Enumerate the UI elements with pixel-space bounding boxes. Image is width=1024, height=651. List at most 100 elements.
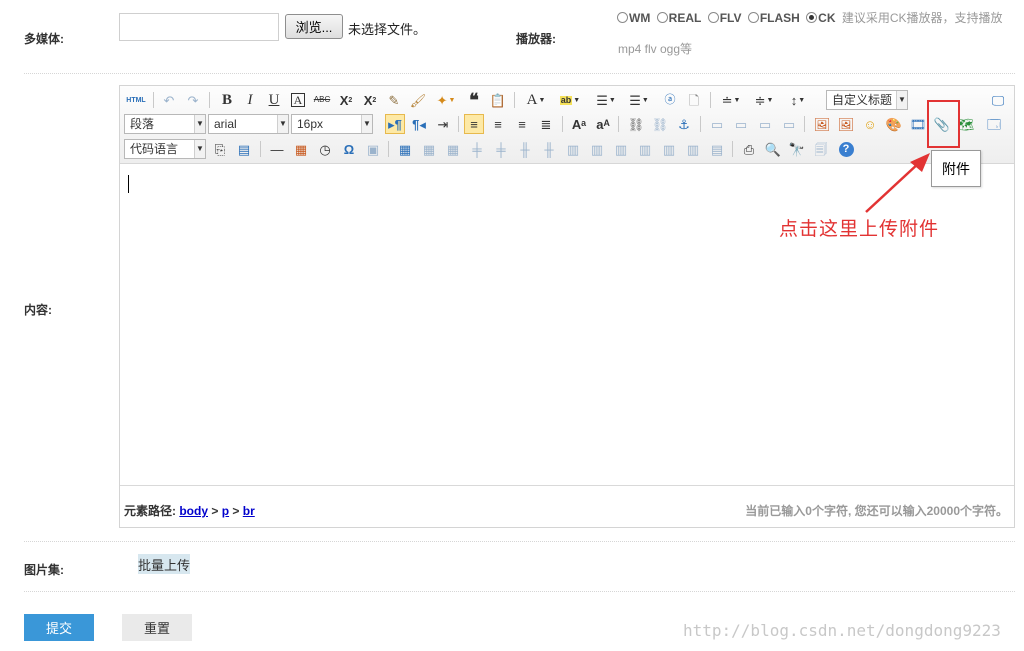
font-color-icon[interactable]: A ▼ — [522, 90, 550, 110]
row-spacing-top-icon[interactable]: ≐ ▼ — [717, 90, 745, 110]
rtl-direction-icon[interactable]: ¶◂ — [409, 114, 429, 134]
help-icon[interactable]: ? — [836, 139, 856, 159]
delete-col-icon[interactable]: ╫ — [539, 139, 559, 159]
unlink-icon[interactable]: ⛓ — [650, 114, 670, 134]
blockquote-icon[interactable]: ❝ — [464, 90, 484, 110]
clear-format-icon[interactable]: 🖌 — [408, 90, 428, 110]
fullscreen-icon[interactable]: 🖵 — [988, 90, 1008, 110]
path-item-p[interactable]: p — [222, 504, 229, 518]
insert-table-icon[interactable]: ▦ — [395, 139, 415, 159]
ltr-direction-icon[interactable]: ▸¶ — [385, 114, 405, 134]
font-family-select[interactable]: arial ▼ — [208, 114, 289, 134]
date-icon[interactable]: ▦ — [291, 139, 311, 159]
chevron-down-icon: ▼ — [277, 115, 288, 133]
special-chars-icon[interactable]: Ω — [339, 139, 359, 159]
image-left-icon[interactable]: ▭ — [731, 114, 751, 134]
player-option-flv[interactable]: FLV — [707, 11, 745, 25]
image-none-icon[interactable]: ▭ — [707, 114, 727, 134]
underline-icon[interactable]: U — [264, 90, 284, 110]
page-break-icon[interactable]: ⎘ — [210, 139, 230, 159]
drafts-icon[interactable]: 🗐 — [811, 139, 831, 159]
toolbar-separator — [700, 116, 701, 132]
reset-button[interactable]: 重置 — [122, 614, 192, 641]
split-rows-icon[interactable]: ▥ — [659, 139, 679, 159]
bold-icon[interactable]: B — [217, 90, 237, 110]
horizontal-rule-icon[interactable]: — — [267, 139, 287, 159]
radio-selected-icon[interactable] — [806, 12, 818, 23]
select-all-icon[interactable]: ⓐ — [660, 90, 680, 110]
align-right-icon[interactable]: ≡ — [512, 114, 532, 134]
format-match-icon[interactable]: ✎ — [384, 90, 404, 110]
player-option-ck[interactable]: CK — [806, 11, 838, 25]
italic-icon[interactable]: I — [240, 90, 260, 110]
player-option-wm[interactable]: WM — [617, 11, 653, 25]
anchor-icon[interactable]: ⚓ — [674, 114, 694, 134]
insert-paragraph-before-table-icon[interactable]: ▦ — [443, 139, 463, 159]
row-spacing-bottom-icon[interactable]: ≑ ▼ — [750, 90, 778, 110]
chart-icon[interactable]: ▤ — [707, 139, 727, 159]
file-path-box[interactable] — [119, 13, 279, 41]
time-icon[interactable]: ◷ — [315, 139, 335, 159]
code-language-select[interactable]: 代码语言 ▼ — [124, 139, 206, 159]
snapscreen-icon[interactable]: ▣ — [363, 139, 383, 159]
link-icon[interactable]: ⛓ — [626, 114, 646, 134]
insert-video-icon[interactable]: 🎞 — [908, 114, 928, 134]
insert-col-icon[interactable]: ╫ — [515, 139, 535, 159]
batch-upload-button[interactable]: 批量上传 — [138, 554, 190, 574]
merge-cells-icon[interactable]: ▥ — [563, 139, 583, 159]
path-item-br[interactable]: br — [243, 504, 255, 518]
radio-icon[interactable] — [707, 12, 719, 23]
align-justify-icon[interactable]: ≣ — [536, 114, 556, 134]
path-item-body[interactable]: body — [179, 504, 208, 518]
custom-title-select[interactable]: 自定义标题 ▼ — [826, 90, 908, 110]
split-cells-icon[interactable]: ▥ — [635, 139, 655, 159]
auto-typeset-icon[interactable]: ✦ ▼ — [432, 90, 460, 110]
radio-icon[interactable] — [617, 12, 628, 23]
toolbar-row-1: HTML ↶ ↷ B I U A ABC X2 X2 ✎ 🖌 ✦ ▼ ❝ 📋 A ▼… — [120, 88, 1014, 112]
unordered-list-icon[interactable]: ☰ ▼ — [625, 90, 653, 110]
subscript-icon[interactable]: X2 — [360, 90, 380, 110]
web-page-icon[interactable]: 🗔 — [984, 114, 1004, 134]
ordered-list-icon[interactable]: ☰ ▼ — [592, 90, 620, 110]
radio-icon[interactable] — [747, 12, 759, 23]
image-right-icon[interactable]: ▭ — [755, 114, 775, 134]
superscript-icon[interactable]: X2 — [336, 90, 356, 110]
player-option-real[interactable]: REAL — [656, 11, 705, 25]
paste-plain-icon[interactable]: 📋 — [488, 90, 508, 110]
strikethrough-icon[interactable]: ABC — [312, 90, 332, 110]
print-icon[interactable]: ⎙ — [739, 139, 759, 159]
clear-document-icon[interactable]: 🗋 — [684, 90, 704, 110]
browse-button[interactable]: 浏览... — [285, 14, 343, 39]
preview-icon[interactable]: 🔍 — [763, 139, 783, 159]
scrawl-icon[interactable]: 🎨 — [884, 114, 904, 134]
insert-row-icon[interactable]: ╪ — [467, 139, 487, 159]
emotion-icon[interactable]: ☺ — [860, 114, 880, 134]
delete-table-icon[interactable]: ▦ — [419, 139, 439, 159]
redo-icon[interactable]: ↷ — [183, 90, 203, 110]
indent-icon[interactable]: ⇥ — [433, 114, 453, 134]
delete-row-icon[interactable]: ╪ — [491, 139, 511, 159]
font-size-select[interactable]: 16px ▼ — [291, 114, 373, 134]
merge-down-icon[interactable]: ▥ — [611, 139, 631, 159]
simple-upload-icon[interactable]: 🖼 — [812, 114, 832, 134]
radio-icon[interactable] — [656, 12, 668, 23]
merge-right-icon[interactable]: ▥ — [587, 139, 607, 159]
player-option-flash[interactable]: FLASH — [747, 11, 803, 25]
align-center-icon[interactable]: ≡ — [488, 114, 508, 134]
insert-image-icon[interactable]: 🖼 — [836, 114, 856, 134]
align-left-icon[interactable]: ≡ — [464, 114, 484, 134]
paragraph-format-select[interactable]: 段落 ▼ — [124, 114, 206, 134]
template-icon[interactable]: ▤ — [234, 139, 254, 159]
submit-button[interactable]: 提交 — [24, 614, 94, 641]
undo-icon[interactable]: ↶ — [159, 90, 179, 110]
html-source-icon[interactable]: HTML — [124, 90, 148, 110]
lowercase-icon[interactable]: aᴬ — [593, 114, 613, 134]
chevron-down-icon: ▼ — [194, 140, 205, 158]
line-height-icon[interactable]: ↕ ▼ — [784, 90, 812, 110]
image-center-icon[interactable]: ▭ — [779, 114, 799, 134]
background-color-icon[interactable]: ab ▼ — [556, 90, 584, 110]
font-border-icon[interactable]: A — [288, 90, 308, 110]
search-replace-icon[interactable]: 🔭 — [787, 139, 807, 159]
split-cols-icon[interactable]: ▥ — [683, 139, 703, 159]
uppercase-icon[interactable]: Aᵃ — [569, 114, 589, 134]
